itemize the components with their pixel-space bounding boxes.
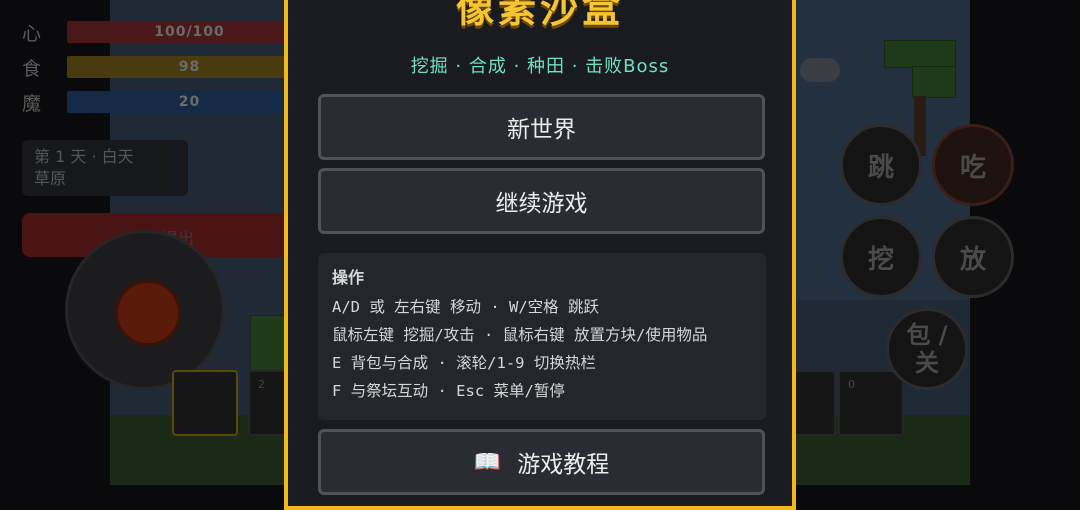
controls-heading: 操作 [332,268,365,287]
controls-line: F 与祭坛互动 · Esc 菜单/暂停 [332,382,565,400]
virtual-joystick[interactable] [65,230,225,390]
main-menu-panel: 像素沙盒 挖掘 · 合成 · 种田 · 击败Boss 新世界 继续游戏 操作 A… [284,0,796,510]
place-button[interactable]: 放 [932,216,1014,298]
mana-icon: 魔 [22,92,42,115]
controls-line: A/D 或 左右键 移动 · W/空格 跳跃 [332,298,599,316]
bag-button[interactable]: 包 / 关 [886,308,968,390]
controls-help: 操作 A/D 或 左右键 移动 · W/空格 跳跃 鼠标左键 挖掘/攻击 · 鼠… [318,253,766,420]
heart-icon: 心 [22,22,42,45]
health-row: 心 100/100 [22,21,312,45]
controls-line: 鼠标左键 挖掘/攻击 · 鼠标右键 放置方块/使用物品 [332,326,708,344]
new-world-button[interactable]: 新世界 [318,94,765,160]
mana-row: 魔 20 [22,91,312,115]
day-info: 第 1 天 · 白天 草原 [22,140,188,196]
tree-leaves [884,40,956,68]
health-value: 100/100 [154,24,225,40]
cloud [800,58,840,82]
game-subtitle: 挖掘 · 合成 · 种田 · 击败Boss [410,56,670,77]
tutorial-button[interactable]: 📖 游戏教程 [318,429,765,495]
book-icon: 📖 [473,449,502,475]
hotbar-slot[interactable]: 0 [838,370,904,436]
eat-button[interactable]: 吃 [932,124,1014,206]
biome-label: 草原 [34,169,67,188]
continue-game-button[interactable]: 继续游戏 [318,168,765,234]
dig-button[interactable]: 挖 [840,216,922,298]
controls-line: E 背包与合成 · 滚轮/1-9 切换热栏 [332,354,596,372]
game-title: 像素沙盒 [455,0,624,31]
tutorial-label: 游戏教程 [517,452,610,478]
jump-button[interactable]: 跳 [840,124,922,206]
day-label: 第 1 天 · 白天 [34,147,134,166]
joystick-knob[interactable] [115,280,181,346]
food-icon: 食 [22,57,42,80]
food-value: 98 [178,59,201,75]
food-row: 食 98 [22,56,312,80]
mana-value: 20 [178,94,201,110]
hotbar-slot[interactable] [172,370,238,436]
tree-leaves [912,66,956,98]
